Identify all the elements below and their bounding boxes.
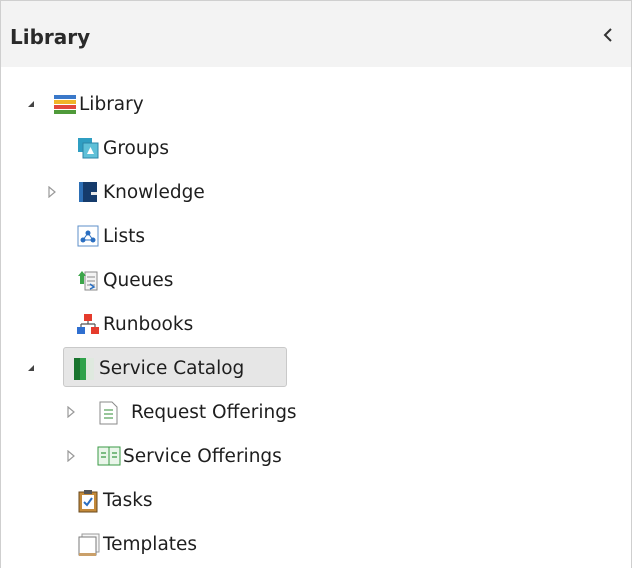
- queues-icon: [77, 269, 99, 291]
- tree-item-label: Service Offerings: [123, 445, 282, 467]
- tree-item-service-catalog[interactable]: Service Catalog: [19, 347, 287, 387]
- tree-item-service-offerings[interactable]: Service Offerings: [65, 439, 282, 473]
- tree-item-library[interactable]: Library: [19, 87, 144, 121]
- templates-icon: [77, 533, 100, 556]
- tree-item-request-offerings[interactable]: Request Offerings: [65, 395, 297, 429]
- request-offerings-icon: [97, 401, 119, 425]
- service-offerings-icon: [97, 445, 121, 467]
- tree-item-runbooks[interactable]: Runbooks: [77, 307, 193, 341]
- tree-item-label: Tasks: [103, 489, 153, 511]
- knowledge-book-icon: [77, 181, 99, 203]
- lists-icon: [77, 225, 99, 247]
- runbooks-icon: [77, 313, 99, 335]
- tree-item-groups[interactable]: Groups: [77, 131, 169, 165]
- tree-item-label: Lists: [103, 225, 145, 247]
- groups-icon: [77, 137, 99, 159]
- tree-item-label: Library: [79, 93, 144, 115]
- library-books-icon: [53, 93, 76, 115]
- tree-item-tasks[interactable]: Tasks: [77, 483, 153, 517]
- library-panel: Library Library Groups Knowledge Lists Q…: [0, 0, 632, 568]
- tree-item-label: Groups: [103, 137, 169, 159]
- tasks-clipboard-icon: [77, 489, 99, 513]
- expanded-arrow-icon[interactable]: [25, 362, 37, 374]
- tree-item-label: Runbooks: [103, 313, 194, 335]
- tree-item-label: Queues: [103, 269, 174, 291]
- expanded-arrow-icon[interactable]: [25, 98, 37, 110]
- chevron-left-icon[interactable]: [599, 25, 619, 45]
- tree-item-label: Request Offerings: [131, 401, 297, 423]
- panel-title: Library: [10, 25, 91, 49]
- tree-item-queues[interactable]: Queues: [77, 263, 173, 297]
- service-catalog-icon: [73, 357, 95, 380]
- collapsed-arrow-icon[interactable]: [65, 406, 77, 418]
- library-tree: Library Groups Knowledge Lists Queues Ru…: [1, 67, 631, 568]
- panel-header: Library: [1, 1, 631, 67]
- tree-item-label: Service Catalog: [99, 357, 245, 379]
- tree-item-templates[interactable]: Templates: [77, 527, 197, 561]
- collapsed-arrow-icon[interactable]: [46, 186, 58, 198]
- tree-item-knowledge[interactable]: Knowledge: [46, 175, 205, 209]
- collapsed-arrow-icon[interactable]: [65, 450, 77, 462]
- tree-item-label: Knowledge: [103, 181, 205, 203]
- tree-item-lists[interactable]: Lists: [77, 219, 145, 253]
- tree-item-label: Templates: [103, 533, 198, 555]
